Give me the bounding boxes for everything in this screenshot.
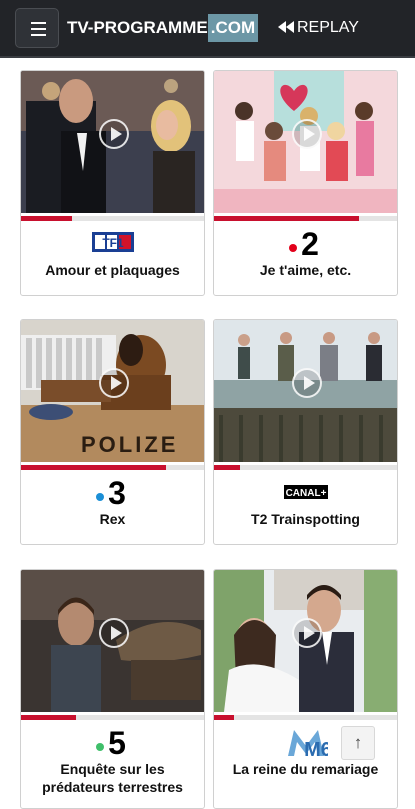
progress-fill <box>214 465 240 470</box>
rewind-icon <box>278 21 294 33</box>
replay-label: REPLAY <box>297 19 359 36</box>
program-thumbnail[interactable] <box>21 71 204 213</box>
program-card[interactable]: M6 La reine du remariage <box>213 569 398 809</box>
menu-icon-bar <box>31 34 46 36</box>
progress-bar <box>21 715 204 720</box>
progress-fill <box>214 216 359 221</box>
program-thumbnail[interactable] <box>21 570 204 712</box>
top-navbar: TV-PROGRAMME .COM REPLAY <box>0 0 415 58</box>
progress-fill <box>21 465 166 470</box>
svg-text:3: 3 <box>108 476 126 508</box>
replay-link[interactable]: REPLAY <box>278 19 359 37</box>
progress-bar <box>214 216 397 221</box>
program-thumbnail[interactable]: POLIZE <box>21 320 204 462</box>
progress-fill <box>21 715 76 720</box>
program-title[interactable]: Amour et plaquages <box>25 261 200 279</box>
program-title[interactable]: La reine du remariage <box>218 760 393 778</box>
play-icon[interactable] <box>99 119 129 149</box>
channel-logo-france5: 5 <box>21 725 204 761</box>
svg-text:2: 2 <box>301 227 319 259</box>
scroll-to-top-button[interactable]: ↑ <box>341 726 375 760</box>
program-title[interactable]: T2 Trainspotting <box>218 510 393 528</box>
program-title[interactable]: Je t'aime, etc. <box>218 261 393 279</box>
play-icon[interactable] <box>292 119 322 149</box>
logo-suffix: .COM <box>207 14 259 42</box>
program-thumbnail[interactable] <box>214 320 397 462</box>
site-logo-link[interactable]: TV-PROGRAMME .COM <box>67 14 259 42</box>
program-card[interactable]: CANAL+ T2 Trainspotting <box>213 319 398 545</box>
program-card[interactable]: 5 Enquête sur les prédateurs terrestres <box>20 569 205 809</box>
progress-bar <box>214 465 397 470</box>
progress-fill <box>214 715 235 720</box>
program-card[interactable]: POLIZE 3 Rex <box>20 319 205 545</box>
program-title[interactable]: Enquête sur les prédateurs terrestres <box>25 760 200 796</box>
progress-bar <box>21 465 204 470</box>
progress-bar <box>214 715 397 720</box>
progress-bar <box>21 216 204 221</box>
play-icon[interactable] <box>99 618 129 648</box>
logo-text: TV-PROGRAMME <box>67 18 208 37</box>
svg-text:TF1: TF1 <box>102 236 124 250</box>
program-thumbnail[interactable] <box>214 71 397 213</box>
menu-icon-bar <box>31 22 46 24</box>
program-card[interactable]: 2 Je t'aime, etc. <box>213 70 398 296</box>
svg-text:POLIZE: POLIZE <box>81 432 178 457</box>
channel-logo-france2: 2 <box>214 226 397 262</box>
menu-icon-bar <box>31 28 46 30</box>
svg-text:5: 5 <box>108 726 126 758</box>
arrow-up-icon: ↑ <box>353 733 363 752</box>
svg-text:CANAL+: CANAL+ <box>285 488 326 499</box>
channel-logo-france3: 3 <box>21 475 204 511</box>
progress-fill <box>21 216 73 221</box>
program-thumbnail[interactable] <box>214 570 397 712</box>
channel-logo-canal-plus: CANAL+ <box>214 476 397 506</box>
play-icon[interactable] <box>292 368 322 398</box>
program-card[interactable]: TF1 Amour et plaquages <box>20 70 205 296</box>
play-icon[interactable] <box>99 368 129 398</box>
hamburger-menu-button[interactable] <box>15 8 59 48</box>
program-title[interactable]: Rex <box>25 510 200 528</box>
play-icon[interactable] <box>292 618 322 648</box>
svg-text:M6: M6 <box>304 739 328 758</box>
channel-logo-tf1: TF1 <box>21 227 204 257</box>
